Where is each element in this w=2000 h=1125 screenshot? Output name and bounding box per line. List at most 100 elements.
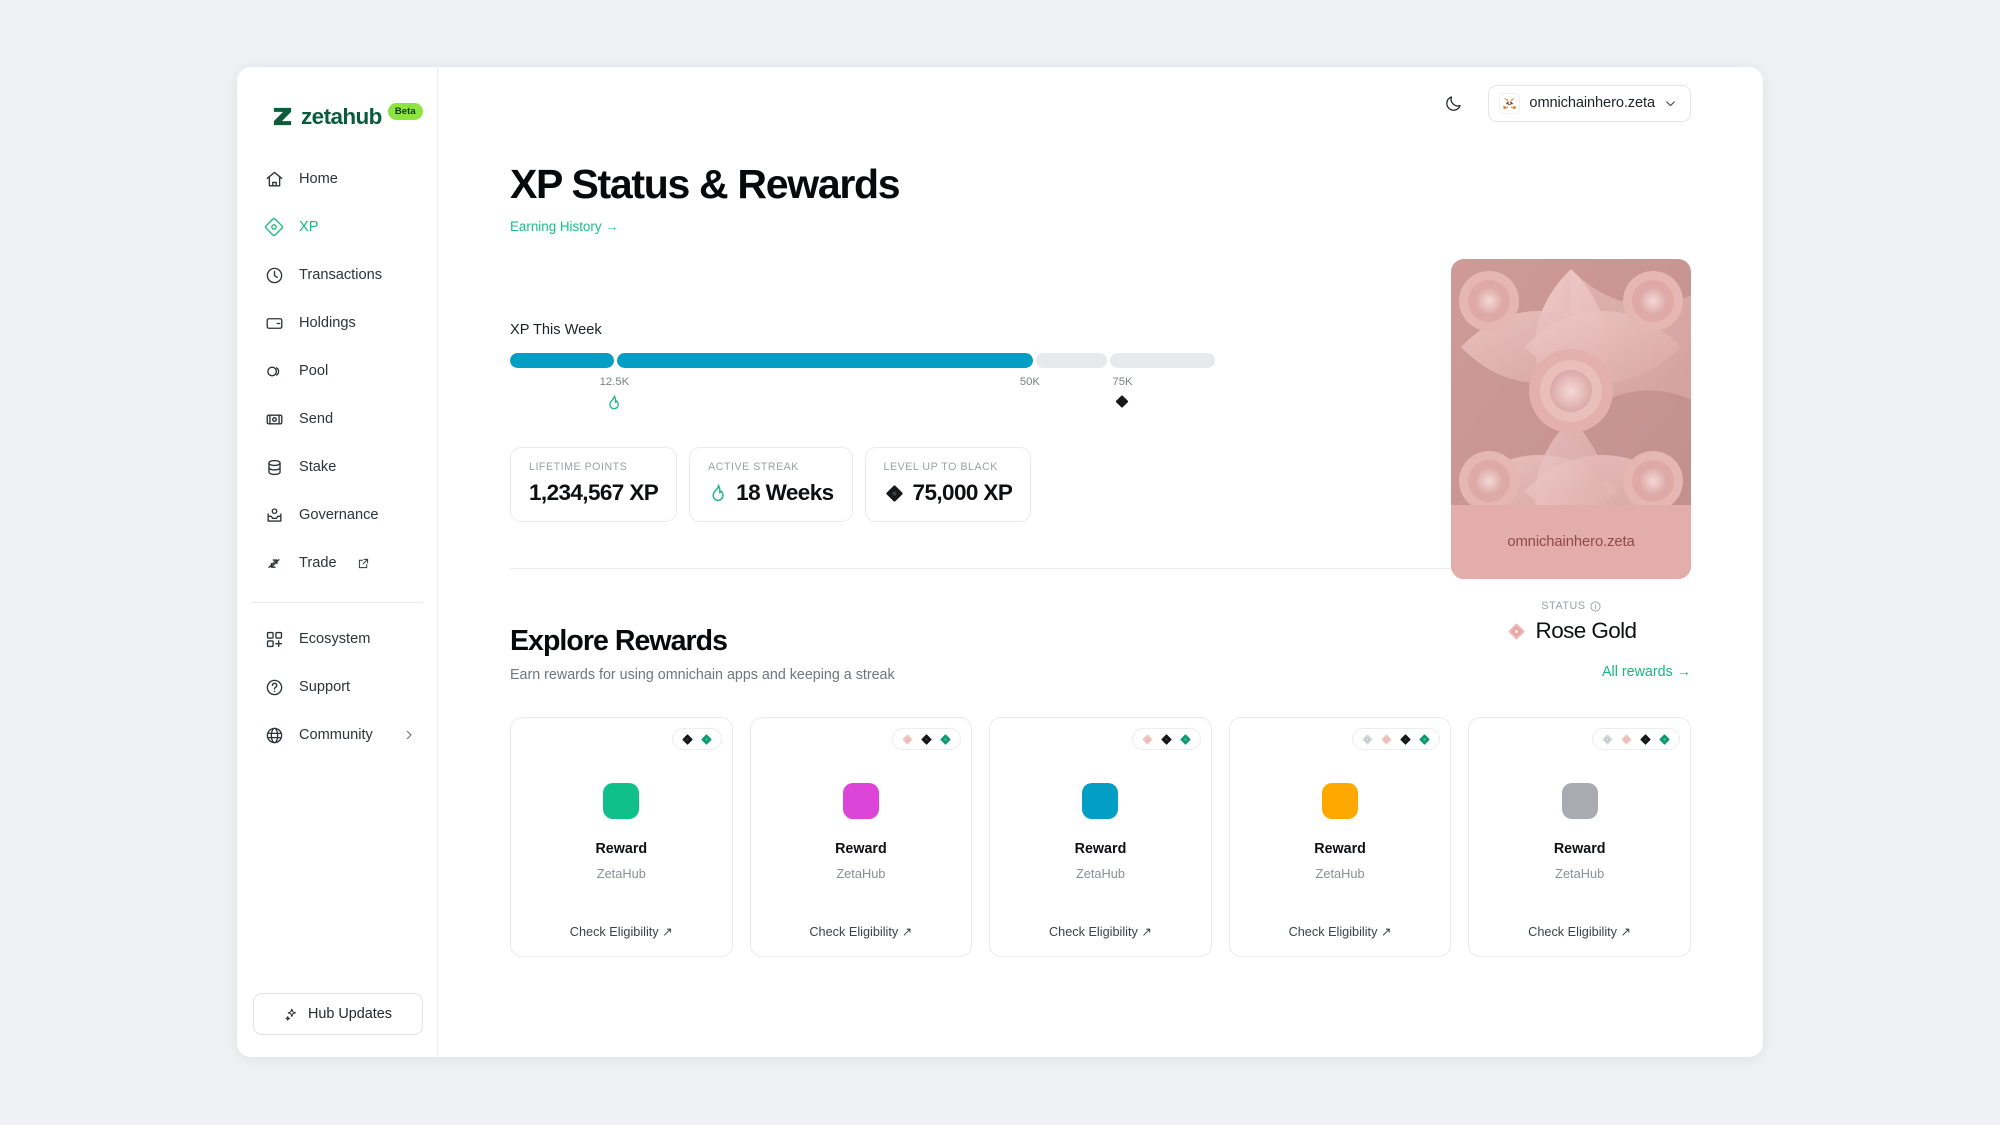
sparkle-icon — [284, 1007, 299, 1022]
reward-card[interactable]: Reward ZetaHub Check Eligibility ↗ — [510, 717, 733, 958]
reward-name: Reward — [595, 841, 648, 858]
check-eligibility-link[interactable]: Check Eligibility ↗ — [751, 924, 972, 939]
rose-tier-diamond-icon — [1380, 733, 1393, 746]
app-window: zetahub Beta Home XP Transactions Holdin… — [237, 67, 1763, 1057]
reward-tier-badges — [892, 728, 962, 751]
topbar: omnichainhero.zeta — [438, 67, 1763, 139]
reward-source: ZetaHub — [1075, 866, 1126, 882]
reward-logo — [842, 783, 879, 820]
beta-badge: Beta — [387, 103, 423, 120]
reward-name: Reward — [835, 841, 887, 858]
reward-card[interactable]: Reward ZetaHub Check Eligibility ↗ — [989, 717, 1212, 958]
sidebar-item-pool[interactable]: Pool — [251, 347, 423, 395]
sidebar-item-label: Governance — [299, 507, 379, 523]
question-circle-icon — [264, 677, 284, 697]
sidebar: zetahub Beta Home XP Transactions Holdin… — [237, 67, 438, 1057]
sidebar-item-send[interactable]: Send — [251, 395, 423, 443]
reward-source: ZetaHub — [1555, 866, 1605, 882]
zetahub-logo-icon — [271, 105, 294, 128]
hub-updates-button[interactable]: Hub Updates — [253, 993, 423, 1035]
sidebar-item-label: Stake — [299, 459, 337, 475]
earning-history-link[interactable]: Earning History → — [510, 219, 619, 234]
green-tier-diamond-icon — [700, 733, 713, 746]
all-rewards-link[interactable]: All rewards → — [1602, 664, 1691, 683]
stat-label: LEVEL UP TO BLACK — [883, 461, 998, 474]
main-content: omnichainhero.zeta XP Status & Rewards E… — [438, 67, 1763, 1057]
metamask-fox-icon — [1499, 92, 1521, 114]
sidebar-item-label: Pool — [299, 363, 329, 379]
sidebar-item-support[interactable]: Support — [251, 663, 423, 711]
stat-card-lifetime-points: LIFETIME POINTS 1,234,567 XP — [510, 447, 678, 523]
progress-tick-label: 12.5K — [599, 376, 630, 389]
sidebar-item-label: Send — [299, 411, 334, 427]
reward-logo — [603, 783, 640, 820]
sidebar-item-stake[interactable]: Stake — [251, 443, 423, 491]
status-value: Rose Gold — [1451, 618, 1691, 644]
stat-value: 75,000 XP — [912, 480, 1013, 506]
check-eligibility-link[interactable]: Check Eligibility ↗ — [1469, 924, 1690, 939]
green-tier-diamond-icon — [1418, 733, 1431, 746]
black-tier-diamond-icon — [1399, 733, 1412, 746]
progress-segment — [510, 353, 615, 369]
black-tier-diamond-icon — [920, 733, 933, 746]
flame-icon — [606, 393, 623, 412]
silver-tier-diamond-icon — [1361, 733, 1374, 746]
reward-card[interactable]: Reward ZetaHub Check Eligibility ↗ — [1228, 717, 1452, 958]
xp-progress-bar[interactable]: 12.5K 50K 75K — [510, 353, 1215, 413]
reward-logo — [1322, 783, 1359, 820]
black-diamond-icon — [884, 483, 905, 504]
wallet-selector[interactable]: omnichainhero.zeta — [1488, 84, 1691, 122]
info-icon[interactable] — [1590, 600, 1601, 612]
reward-tier-badges — [1591, 728, 1680, 751]
reward-card[interactable]: Reward ZetaHub Check Eligibility ↗ — [749, 717, 973, 958]
governance-inbox-icon — [264, 505, 284, 525]
rose-tier-diamond-icon — [901, 733, 914, 746]
stake-database-icon — [264, 457, 284, 477]
external-link-icon — [358, 558, 369, 569]
membership-card-block: omnichainhero.zeta STATUS Rose Gold — [1451, 259, 1691, 644]
stat-value: 18 Weeks — [736, 480, 834, 506]
reward-source: ZetaHub — [1315, 866, 1365, 882]
brand[interactable]: zetahub Beta — [237, 67, 437, 139]
xp-status-section: XP Status & Rewards Earning History → XP… — [438, 139, 1763, 643]
progress-tick-label: 50K — [1019, 376, 1040, 389]
sidebar-item-ecosystem[interactable]: Ecosystem — [251, 615, 423, 663]
stat-label: ACTIVE STREAK — [708, 461, 799, 474]
globe-icon — [264, 725, 284, 745]
status-value-text: Rose Gold — [1535, 618, 1638, 643]
green-tier-diamond-icon — [1658, 733, 1671, 746]
sidebar-divider — [251, 602, 423, 603]
sidebar-item-community[interactable]: Community — [251, 711, 423, 759]
page-title: XP Status & Rewards — [510, 161, 901, 207]
primary-nav: Home XP Transactions Holdings Pool Send — [237, 139, 437, 587]
sidebar-item-xp[interactable]: XP — [251, 203, 423, 251]
sidebar-item-transactions[interactable]: Transactions — [251, 251, 423, 299]
reward-tier-badges — [1131, 728, 1201, 751]
check-eligibility-link[interactable]: Check Eligibility ↗ — [511, 924, 732, 939]
sidebar-item-home[interactable]: Home — [251, 155, 423, 203]
stat-card-active-streak: ACTIVE STREAK 18 Weeks — [689, 447, 853, 523]
check-eligibility-link[interactable]: Check Eligibility ↗ — [990, 924, 1211, 939]
reward-name: Reward — [1074, 841, 1127, 858]
reward-name: Reward — [1314, 841, 1366, 858]
wallet-address-label: omnichainhero.zeta — [1529, 95, 1655, 111]
sidebar-item-governance[interactable]: Governance — [251, 491, 423, 539]
rose-tier-diamond-icon — [1620, 733, 1633, 746]
theme-toggle-button[interactable] — [1440, 90, 1466, 116]
hub-updates-label: Hub Updates — [308, 1006, 392, 1022]
flame-icon — [708, 482, 728, 504]
progress-track — [510, 353, 1215, 369]
black-tier-diamond-icon — [1160, 733, 1173, 746]
progress-segment — [1109, 353, 1215, 369]
sidebar-item-holdings[interactable]: Holdings — [251, 299, 423, 347]
sidebar-item-trade[interactable]: Trade — [251, 539, 423, 587]
secondary-nav: Ecosystem Support Community — [237, 615, 437, 759]
reward-cards-row: Reward ZetaHub Check Eligibility ↗ Reward Ze… — [510, 717, 1691, 958]
moon-icon — [1444, 94, 1463, 113]
diamond-xp-icon — [264, 217, 284, 237]
sidebar-item-label: XP — [299, 219, 319, 235]
membership-card-name: omnichainhero.zeta — [1451, 505, 1691, 579]
reward-tier-badges — [1352, 728, 1441, 751]
reward-card[interactable]: Reward ZetaHub Check Eligibility ↗ — [1468, 717, 1691, 958]
check-eligibility-link[interactable]: Check Eligibility ↗ — [1230, 924, 1451, 939]
